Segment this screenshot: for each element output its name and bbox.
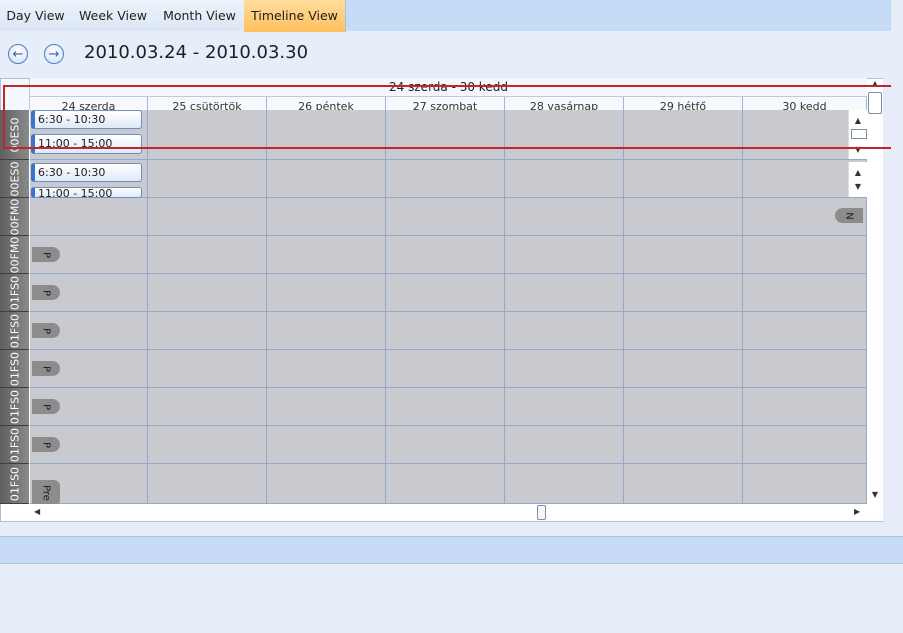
time-slot-cell[interactable] (267, 236, 386, 274)
resource-header: 01FS0 (0, 350, 29, 388)
time-slot-cell[interactable] (624, 198, 743, 236)
appointment[interactable]: 6:30 - 10:30 (31, 163, 142, 182)
scroll-down-icon[interactable]: ▼ (849, 182, 867, 192)
more-appointments-indicator[interactable]: N (835, 208, 863, 223)
time-slot-cell[interactable] (624, 312, 743, 350)
arrow-right-icon[interactable]: → (44, 44, 64, 64)
time-slot-cell[interactable] (743, 464, 867, 504)
time-slot-cell[interactable] (624, 388, 743, 426)
time-slot-cell[interactable] (624, 160, 743, 198)
time-slot-cell[interactable] (30, 198, 148, 236)
time-slot-cell[interactable] (148, 236, 267, 274)
time-slot-cell[interactable] (148, 160, 267, 198)
time-slot-cell[interactable] (386, 388, 505, 426)
tab-timeline-view[interactable]: Timeline View (244, 0, 346, 32)
time-slot-cell[interactable] (148, 312, 267, 350)
time-slot-cell[interactable] (505, 198, 624, 236)
arrow-left-icon[interactable]: ← (8, 44, 28, 64)
time-slot-cell[interactable] (505, 464, 624, 504)
time-slot-cell[interactable] (267, 160, 386, 198)
tab-bar-filler (345, 0, 891, 31)
resource-header: 00ES0 (0, 160, 29, 198)
window-edge (891, 0, 903, 536)
time-slot-cell[interactable] (386, 160, 505, 198)
more-appointments-indicator[interactable]: P (32, 399, 60, 414)
time-slot-cell[interactable] (743, 274, 867, 312)
time-slot-cell[interactable] (743, 350, 867, 388)
horizontal-scrollbar[interactable] (30, 504, 867, 521)
row-scrollbar[interactable]: ▲ ▼ (848, 162, 867, 197)
time-slot-cell[interactable] (148, 350, 267, 388)
scroll-right-icon[interactable]: ▶ (854, 507, 860, 516)
more-appointments-indicator[interactable]: Pre (32, 480, 60, 506)
time-slot-cell[interactable] (267, 198, 386, 236)
time-slot-cell[interactable] (505, 312, 624, 350)
time-slot-cell[interactable] (267, 312, 386, 350)
time-slot-cell[interactable] (743, 236, 867, 274)
time-slot-cell[interactable] (743, 426, 867, 464)
resource-header: 00FM0 (0, 236, 29, 274)
time-slot-cell[interactable] (505, 236, 624, 274)
horizontal-scroll-thumb[interactable] (537, 505, 546, 520)
scroll-down-icon[interactable]: ▼ (869, 490, 881, 499)
time-slot-cell[interactable] (505, 426, 624, 464)
time-slot-cell[interactable] (386, 274, 505, 312)
time-slot-cell[interactable] (624, 236, 743, 274)
time-slot-cell[interactable] (148, 426, 267, 464)
time-slot-cell[interactable] (624, 350, 743, 388)
time-slot-cell[interactable] (624, 464, 743, 504)
time-slot-cell[interactable] (148, 388, 267, 426)
time-slot-cell[interactable] (505, 274, 624, 312)
tab-month-view[interactable]: Month View (155, 0, 245, 31)
date-range-label: 2010.03.24 - 2010.03.30 (84, 42, 309, 63)
tab-day-view[interactable]: Day View (0, 0, 72, 31)
resource-header: 01FS0 (0, 388, 29, 426)
time-slot-cell[interactable] (386, 312, 505, 350)
time-slot-cell[interactable] (386, 464, 505, 504)
footer-bar (0, 536, 903, 564)
time-slot-cell[interactable] (267, 350, 386, 388)
resource-header: 01FS0 (0, 312, 29, 350)
time-slot-cell[interactable] (148, 198, 267, 236)
tab-week-view[interactable]: Week View (71, 0, 156, 31)
time-slot-cell[interactable] (148, 274, 267, 312)
time-slot-cell[interactable] (743, 388, 867, 426)
resource-header: 01FS0 (0, 274, 29, 312)
more-appointments-indicator[interactable]: P (32, 323, 60, 338)
time-slot-cell[interactable] (505, 350, 624, 388)
more-appointments-indicator[interactable]: P (32, 247, 60, 262)
time-slot-cell[interactable] (267, 388, 386, 426)
time-slot-cell[interactable] (624, 274, 743, 312)
time-slot-cell[interactable] (386, 198, 505, 236)
time-slot-cell[interactable] (505, 388, 624, 426)
highlight-box (3, 85, 893, 149)
time-slot-cell[interactable] (386, 426, 505, 464)
more-appointments-indicator[interactable]: P (32, 361, 60, 376)
time-slot-cell[interactable] (267, 426, 386, 464)
time-slot-cell[interactable] (267, 274, 386, 312)
resource-header: 00FM0 (0, 198, 29, 236)
resource-header: 01FS0 (0, 426, 29, 464)
time-slot-cell[interactable] (386, 350, 505, 388)
more-appointments-indicator[interactable]: P (32, 285, 60, 300)
time-slot-cell[interactable] (148, 464, 267, 504)
resource-header: 01FS0 (0, 464, 29, 504)
time-slot-cell[interactable] (505, 160, 624, 198)
time-slot-cell[interactable] (267, 464, 386, 504)
scroll-left-icon[interactable]: ◀ (34, 507, 40, 516)
scroll-up-icon[interactable]: ▲ (849, 168, 867, 178)
more-appointments-indicator[interactable]: P (32, 437, 60, 452)
time-slot-cell[interactable] (624, 426, 743, 464)
appointment[interactable]: 11:00 - 15:00 (31, 187, 142, 198)
time-slot-cell[interactable] (743, 312, 867, 350)
time-slot-cell[interactable] (386, 236, 505, 274)
